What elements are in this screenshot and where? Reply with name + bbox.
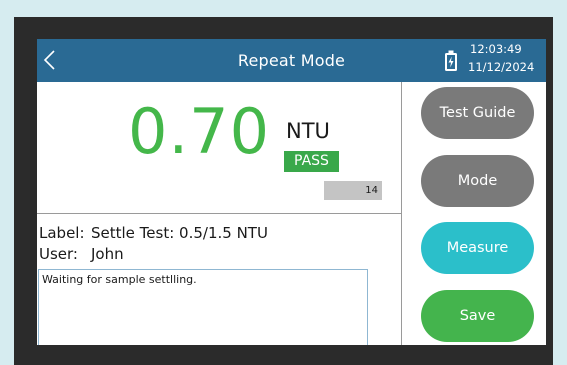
battery-charging-icon <box>445 50 457 71</box>
measurement-unit: NTU <box>286 119 330 143</box>
label-key: Label: <box>39 224 85 242</box>
measurement-value: 0.70 <box>128 95 271 168</box>
save-button[interactable]: Save <box>421 290 534 342</box>
label-row: Label: Settle Test: 0.5/1.5 NTU <box>39 224 268 242</box>
reading-count: 14 <box>324 181 382 200</box>
mode-button[interactable]: Mode <box>421 155 534 207</box>
user-row: User: John <box>39 245 124 263</box>
clock-date: 11/12/2024 <box>468 60 535 74</box>
user-value: John <box>91 245 124 263</box>
label-value: Settle Test: 0.5/1.5 NTU <box>91 224 268 242</box>
panel-divider <box>401 82 402 345</box>
chevron-left-icon[interactable] <box>39 45 63 75</box>
test-guide-button[interactable]: Test Guide <box>421 87 534 139</box>
status-badge: PASS <box>284 151 339 172</box>
user-key: User: <box>39 245 78 263</box>
measure-button[interactable]: Measure <box>421 222 534 274</box>
header-bar: Repeat Mode 12:03:49 11/12/2024 <box>37 39 546 82</box>
clock-time: 12:03:49 <box>470 42 522 56</box>
device-screen: Repeat Mode 12:03:49 11/12/2024 0.70 NTU… <box>37 39 546 345</box>
notes-field[interactable]: Waiting for sample settlling. <box>38 269 368 345</box>
